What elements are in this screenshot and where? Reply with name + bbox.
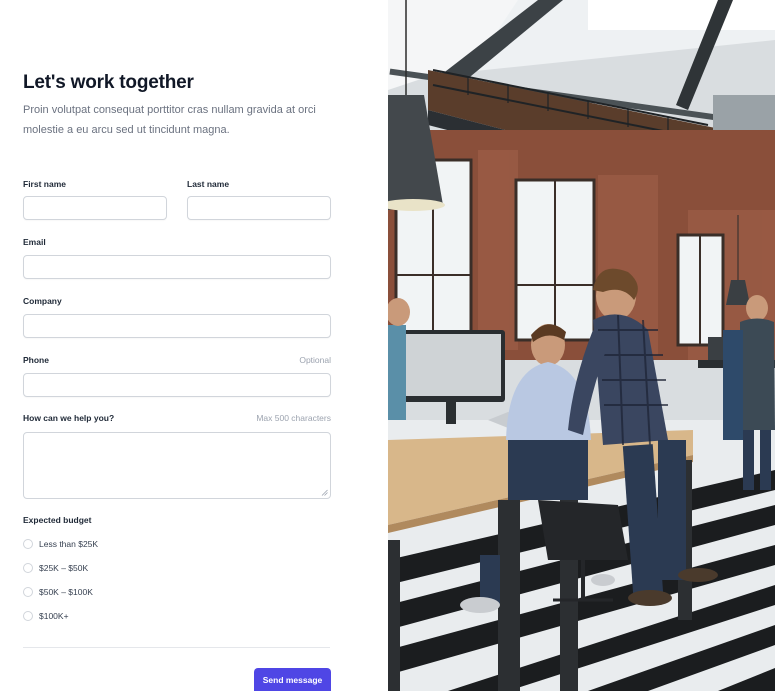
- contact-form-panel: Let's work together Proin volutpat conse…: [0, 0, 388, 691]
- form-divider: [23, 647, 330, 648]
- page-title: Let's work together: [23, 72, 194, 93]
- budget-option-label: $100K+: [39, 611, 69, 621]
- budget-label: Expected budget: [23, 515, 92, 525]
- budget-option-label: $50K – $100K: [39, 587, 93, 597]
- phone-label: Phone: [23, 355, 49, 365]
- message-char-limit-hint: Max 500 characters: [256, 413, 331, 423]
- radio-button[interactable]: [23, 611, 33, 621]
- message-textarea[interactable]: [23, 432, 331, 499]
- budget-option-100k-plus[interactable]: $100K+: [23, 609, 69, 623]
- resize-handle-icon[interactable]: [321, 489, 328, 496]
- company-label: Company: [23, 296, 62, 306]
- first-name-input[interactable]: [23, 196, 167, 220]
- budget-option-label: Less than $25K: [39, 539, 99, 549]
- message-label: How can we help you?: [23, 413, 115, 423]
- last-name-input[interactable]: [187, 196, 331, 220]
- phone-optional-hint: Optional: [299, 355, 331, 365]
- radio-button[interactable]: [23, 587, 33, 597]
- office-photo: [388, 0, 775, 691]
- company-input[interactable]: [23, 314, 331, 338]
- budget-option-under-25k[interactable]: Less than $25K: [23, 537, 98, 551]
- page-subtitle: Proin volutpat consequat porttitor cras …: [23, 104, 316, 136]
- phone-input[interactable]: [23, 373, 331, 397]
- send-message-button[interactable]: Send message: [254, 668, 331, 691]
- budget-option-25k-50k[interactable]: $25K – $50K: [23, 561, 88, 575]
- budget-option-label: $25K – $50K: [39, 563, 89, 573]
- email-label: Email: [23, 237, 46, 247]
- email-input[interactable]: [23, 255, 331, 279]
- last-name-label: Last name: [187, 179, 230, 189]
- first-name-label: First name: [23, 179, 66, 189]
- budget-option-50k-100k[interactable]: $50K – $100K: [23, 585, 93, 599]
- office-photo-illustration: [388, 0, 775, 691]
- radio-button[interactable]: [23, 539, 33, 549]
- radio-button[interactable]: [23, 563, 33, 573]
